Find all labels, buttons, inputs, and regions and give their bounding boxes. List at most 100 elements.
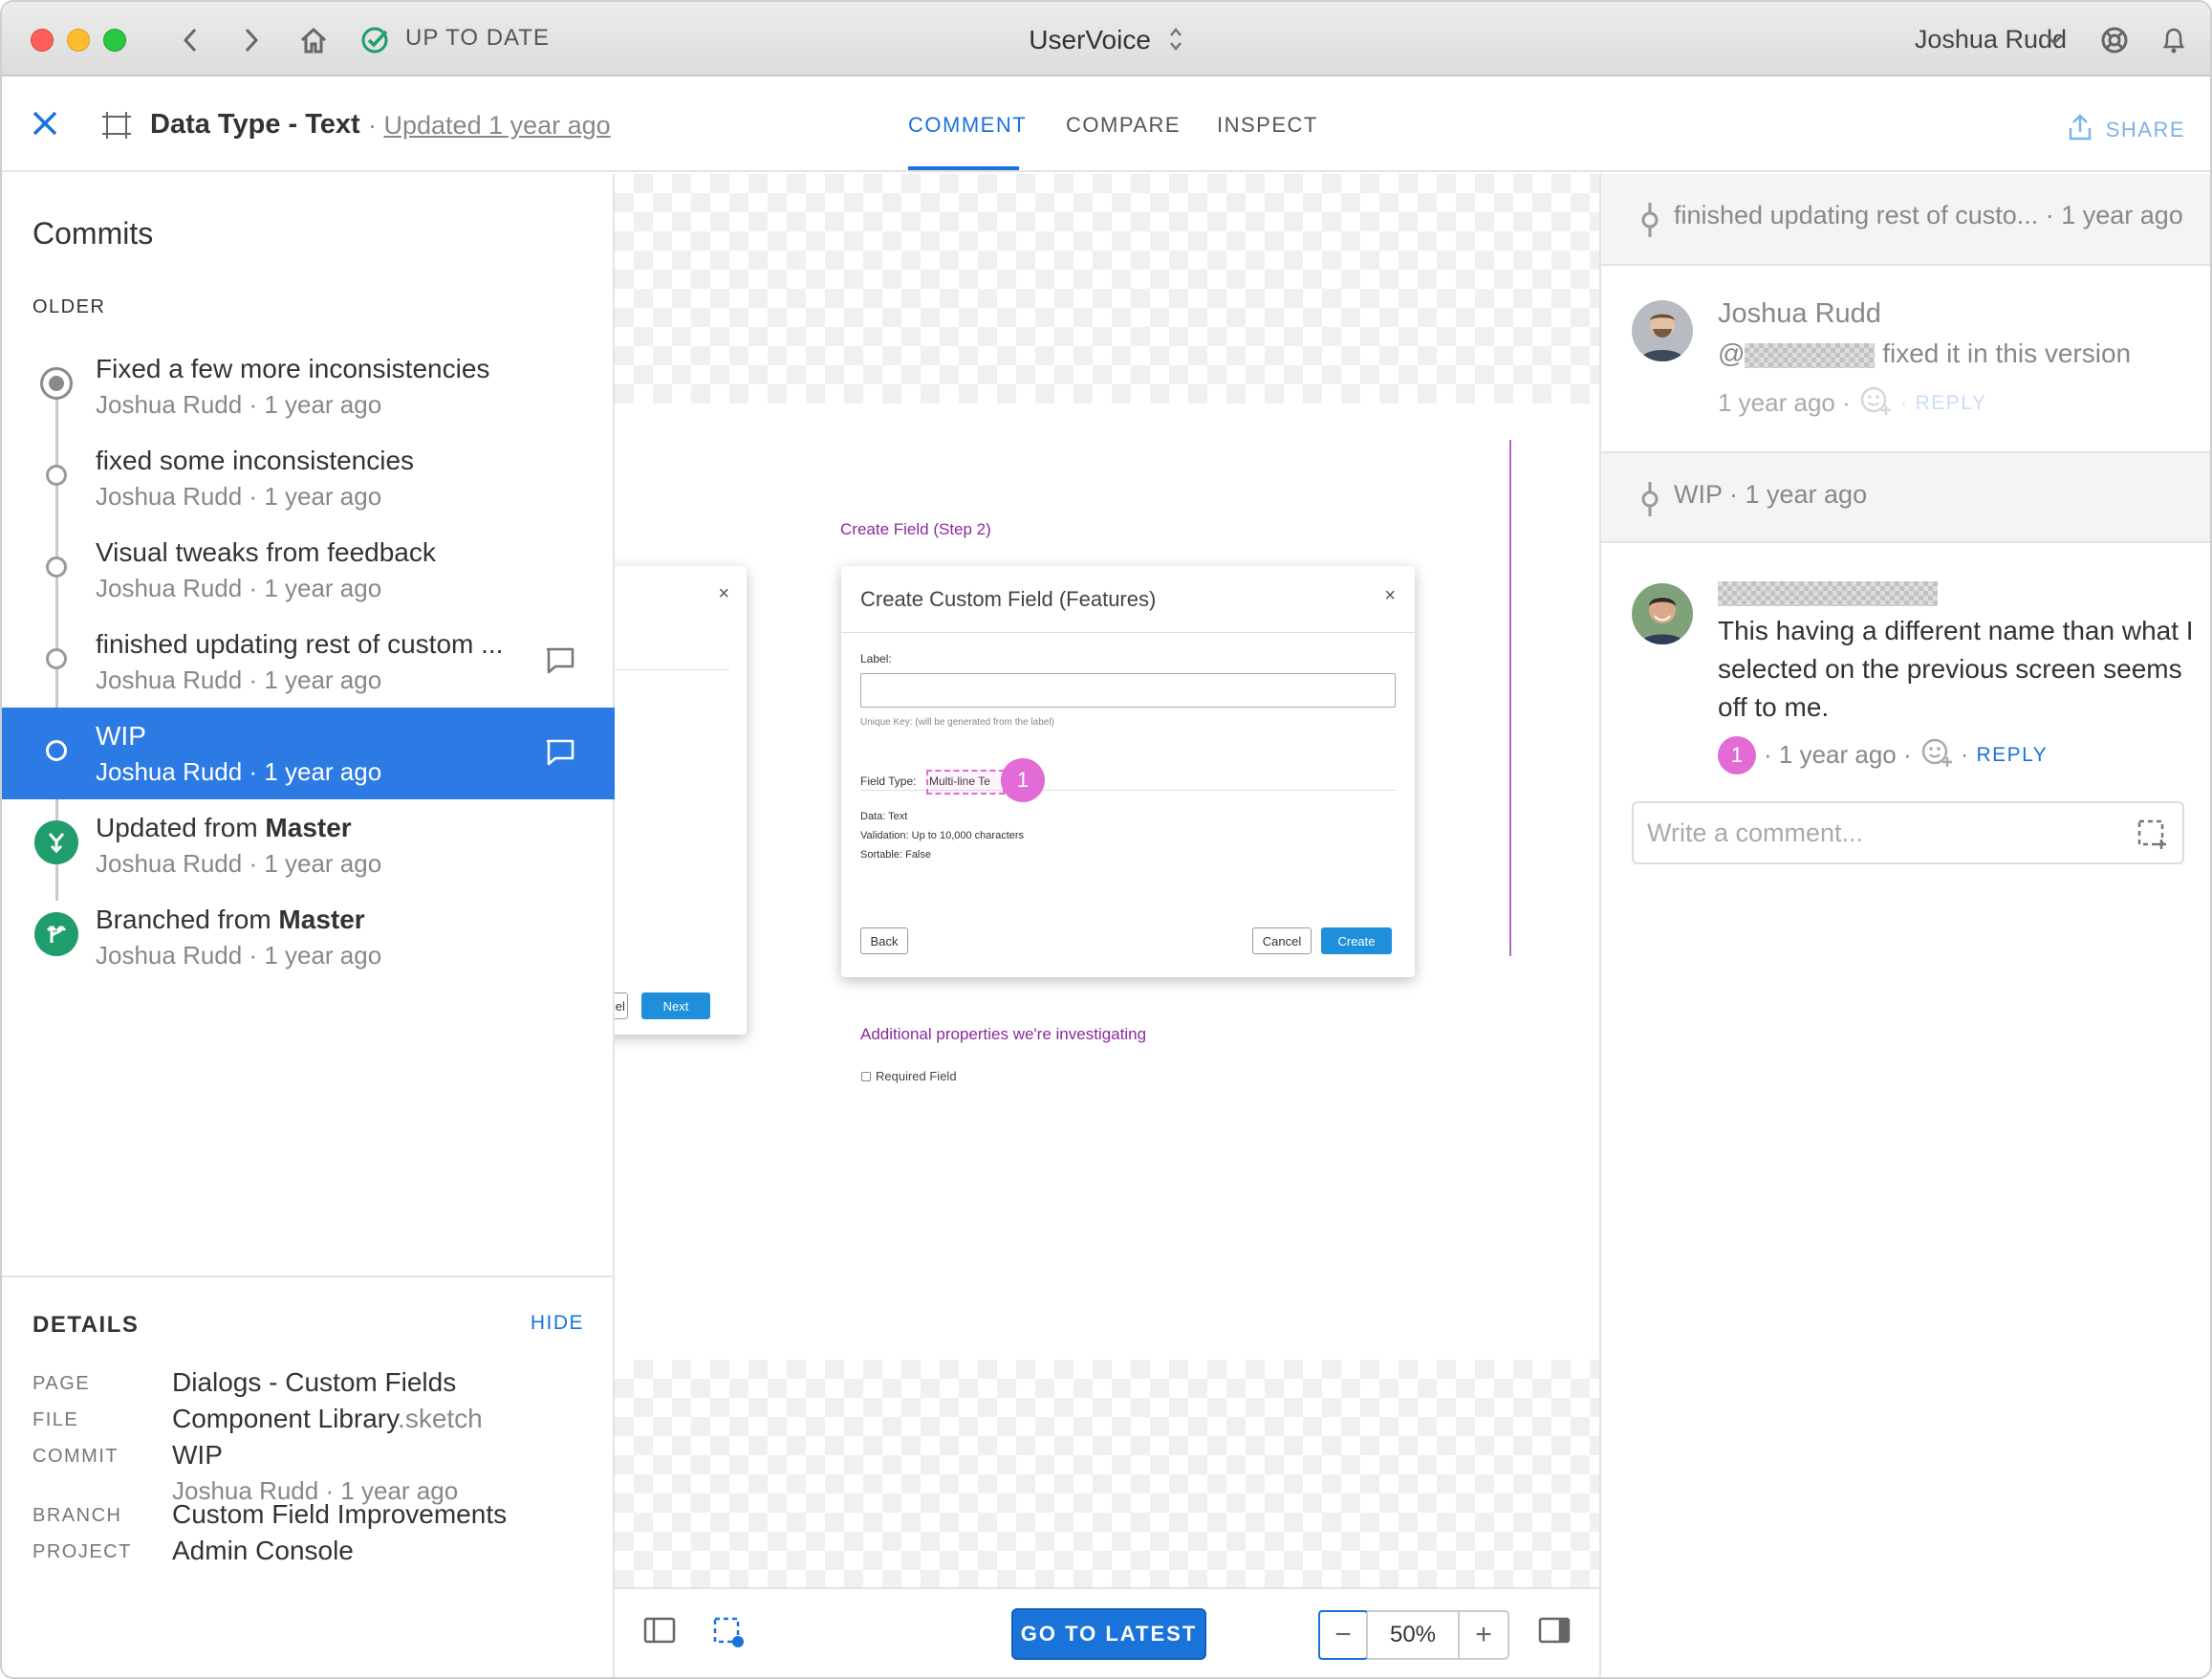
create-custom-field-dialog: Create Custom Field (Features) × Label: …: [841, 566, 1415, 977]
go-to-latest-button[interactable]: GO TO LATEST: [1011, 1608, 1206, 1660]
comments-panel: finished updating rest of custo... · 1 y…: [1599, 174, 2210, 1677]
add-reaction-icon[interactable]: [1858, 382, 1893, 424]
tab-comment[interactable]: COMMENT: [908, 113, 1027, 138]
thread-header[interactable]: finished updating rest of custo... · 1 y…: [1601, 174, 2210, 266]
comment-meta: 1 · 1 year ago · · REPLY: [1718, 734, 2048, 775]
commit-row[interactable]: Fixed a few more inconsistencies Joshua …: [2, 340, 615, 432]
commit-message: fixed some inconsistencies: [96, 446, 415, 475]
comment-bubble-icon[interactable]: [545, 738, 575, 772]
commit-meta: Joshua Rudd · 1 year ago: [96, 665, 382, 694]
avatar: [1632, 583, 1693, 644]
add-annotation-region-icon[interactable]: [712, 1616, 745, 1653]
commit-message: Fixed a few more inconsistencies: [96, 354, 490, 383]
checkbox-icon: [861, 1071, 871, 1081]
zoom-control: − 50% +: [1318, 1610, 1509, 1660]
project-name: UserVoice: [1029, 25, 1151, 55]
active-tab-indicator: [908, 166, 1019, 170]
additional-properties-heading: Additional properties we're investigatin…: [860, 1025, 1147, 1043]
required-field-checkbox: Required Field: [861, 1069, 957, 1083]
commit-row[interactable]: Visual tweaks from feedback Joshua Rudd …: [2, 524, 615, 616]
updated-info: · Updated 1 year ago: [368, 111, 611, 140]
tab-compare[interactable]: COMPARE: [1066, 113, 1181, 138]
artboard-icon: [101, 111, 132, 144]
updated-link[interactable]: Updated 1 year ago: [384, 111, 611, 140]
commit-meta: Joshua Rudd · 1 year ago: [96, 482, 382, 511]
artboard-guide-line: [1509, 440, 1511, 956]
share-button[interactable]: SHARE: [2068, 113, 2185, 147]
detail-value-branch: Custom Field Improvements: [172, 1499, 508, 1529]
design-canvas[interactable]: × ncel Next Create Field (Step 2) Create…: [615, 174, 1599, 1587]
reply-button[interactable]: · REPLY: [1962, 744, 2049, 767]
comment-input-placeholder: Write a comment...: [1647, 818, 1864, 847]
comment-text: This having a different name than what I…: [1718, 616, 2194, 722]
commit-meta: Joshua Rudd · 1 year ago: [96, 941, 382, 970]
commit-node-icon: [1639, 482, 1660, 521]
zoom-out-button[interactable]: −: [1318, 1610, 1368, 1660]
reply-button[interactable]: · REPLY: [1900, 392, 1987, 415]
add-reaction-icon[interactable]: [1919, 734, 1954, 775]
unique-key-hint: Unique Key: (will be generated from the …: [860, 717, 1054, 728]
attach-region-icon[interactable]: [2136, 818, 2167, 854]
commit-row[interactable]: fixed some inconsistencies Joshua Rudd ·…: [2, 432, 615, 524]
annotation-pin[interactable]: 1: [1001, 758, 1045, 802]
detail-value-file: Component Library.sketch: [172, 1404, 483, 1433]
comment-text: @ fixed it in this version: [1718, 338, 2132, 368]
annotation-region[interactable]: [926, 770, 1005, 795]
avatar: [1632, 300, 1693, 361]
comment-input[interactable]: Write a comment...: [1632, 801, 2184, 864]
commit-row[interactable]: Branched from Master Joshua Rudd · 1 yea…: [2, 891, 615, 983]
thread-title: finished updating rest of custo... · 1 y…: [1674, 201, 2183, 229]
commit-node-icon: [1639, 203, 1660, 242]
project-switcher[interactable]: UserVoice: [2, 25, 2210, 58]
commit-message: finished updating rest of custom ...: [96, 629, 504, 659]
commit-node-icon: [46, 740, 67, 761]
bell-icon[interactable]: [2157, 21, 2191, 59]
share-label: SHARE: [2105, 118, 2185, 142]
cancel-button-partial: ncel: [615, 992, 628, 1019]
branch-icon: [34, 912, 78, 956]
tab-inspect[interactable]: INSPECT: [1217, 113, 1318, 138]
step-label: Create Field (Step 2): [840, 520, 991, 538]
dialog-title: Create Custom Field (Features): [860, 587, 1157, 611]
comment-bubble-icon[interactable]: [545, 646, 575, 680]
close-icon: ×: [1384, 585, 1396, 606]
comment-author: Joshua Rudd: [1718, 298, 1881, 329]
chevron-updown-icon: [1168, 26, 1183, 58]
canvas-toolbar: GO TO LATEST − 50% +: [615, 1587, 1599, 1677]
chevron-down-icon[interactable]: [2040, 21, 2069, 59]
commit-row-selected[interactable]: WIP Joshua Rudd · 1 year ago: [2, 708, 615, 799]
commit-node-icon: [46, 465, 67, 486]
commit-meta: Joshua Rudd · 1 year ago: [96, 849, 382, 878]
commit-message: Updated from Master: [96, 813, 352, 842]
create-button: Create: [1321, 927, 1392, 954]
redacted-mention: [1745, 342, 1876, 368]
toggle-left-sidebar-icon[interactable]: [643, 1616, 676, 1649]
details-heading: DETAILS: [33, 1312, 140, 1338]
commit-meta: Joshua Rudd · 1 year ago: [96, 574, 382, 602]
close-icon[interactable]: [31, 109, 59, 142]
back-button: Back: [860, 927, 908, 954]
detail-value-project: Admin Console: [172, 1536, 354, 1565]
commits-heading: Commits: [33, 216, 154, 251]
thread-header[interactable]: WIP · 1 year ago: [1601, 451, 2210, 543]
next-button: Next: [641, 992, 710, 1019]
data-row: Data: Text: [860, 811, 908, 822]
hide-details-button[interactable]: HIDE: [531, 1312, 584, 1335]
previous-step-dialog: × ncel Next: [615, 566, 747, 1035]
label-input: [860, 673, 1396, 708]
details-panel: DETAILS HIDE PAGE Dialogs - Custom Field…: [2, 1276, 615, 1677]
zoom-level[interactable]: 50%: [1366, 1612, 1460, 1658]
commits-sidebar: Commits OLDER Fixed a few more inconsist…: [2, 174, 615, 1677]
commit-message: Visual tweaks from feedback: [96, 537, 436, 567]
comment-meta: 1 year ago · · REPLY: [1718, 382, 1986, 424]
cancel-button: Cancel: [1252, 927, 1312, 954]
commit-row[interactable]: Updated from Master Joshua Rudd · 1 year…: [2, 799, 615, 891]
commit-meta: Joshua Rudd · 1 year ago: [96, 390, 382, 419]
help-lifebuoy-icon[interactable]: [2095, 21, 2134, 59]
zoom-in-button[interactable]: +: [1460, 1612, 1507, 1658]
detail-label-branch: BRANCH: [33, 1505, 122, 1526]
toggle-right-sidebar-icon[interactable]: [1538, 1616, 1571, 1649]
page-title: Data Type - Text: [150, 109, 360, 140]
commit-row[interactable]: finished updating rest of custom ... Jos…: [2, 616, 615, 708]
annotation-pin[interactable]: 1: [1718, 735, 1756, 774]
